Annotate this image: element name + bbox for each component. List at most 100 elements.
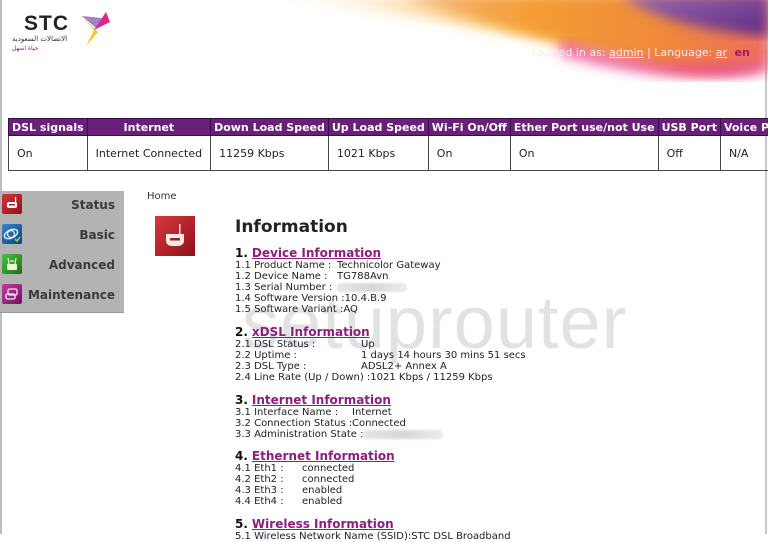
info-row: 1.1 Product Name :Technicolor Gateway (235, 260, 387, 271)
info-row: 2.2 Uptime :1 days 14 hours 30 mins 51 s… (235, 350, 493, 361)
col-upload-speed: Up Load Speed (328, 119, 428, 136)
voice-port-value: N/A (720, 136, 768, 171)
section-heading: 5.Wireless Information (235, 517, 511, 531)
col-download-speed: Down Load Speed (211, 119, 329, 136)
section-heading: 3.Internet Information (235, 393, 443, 407)
col-dsl-signals: DSL signals (9, 119, 88, 136)
col-usb-port: USB Port (658, 119, 720, 136)
info-value: ADSL2+ Annex A (361, 361, 447, 372)
info-row: 2.3 DSL Type : ADSL2+ Annex A (235, 361, 493, 372)
wireless-information-link[interactable]: Wireless Information (252, 517, 394, 531)
login-status-bar: Logged in as: admin | Language: ar en (532, 46, 750, 59)
sidebar-item-label: Advanced (49, 258, 115, 272)
info-row: 3.1 Interface Name :Internet (235, 407, 443, 418)
section-number: 2. (235, 325, 248, 339)
separator: | (647, 46, 651, 59)
logged-in-label: Logged in as: (532, 46, 606, 59)
stc-logo: STC الاتصالات السعودية حياة اسهل (10, 12, 110, 60)
download-speed-value: 11259 Kbps (211, 136, 329, 171)
col-ether-port: Ether Port use/not Use (510, 119, 658, 136)
info-row: 2.1 DSL Status : Up (235, 339, 493, 350)
info-value: Connected (352, 418, 406, 429)
sidebar-nav: Status Basic Advanced Maintenance (0, 191, 124, 313)
section-internet-information: 3.Internet Information 3.1 Interface Nam… (235, 393, 443, 440)
administration-state-redacted (363, 429, 443, 440)
internet-value: Internet Connected (87, 136, 210, 171)
info-row: 1.2 Device Name : TG788Avn (235, 271, 387, 282)
col-wifi: Wi-Fi On/Off (428, 119, 510, 136)
globe-check-icon (2, 224, 22, 244)
section-heading: 2. xDSL Information (235, 325, 493, 339)
info-label: 1.2 Device Name : (235, 271, 328, 282)
info-value: Up (361, 339, 375, 350)
sidebar-item-label: Maintenance (28, 288, 115, 302)
info-value: Technicolor Gateway (337, 260, 441, 271)
section-ethernet-information: 4. Ethernet Information 4.1 Eth1 : connect… (235, 449, 395, 507)
breadcrumb-home[interactable]: Home (147, 191, 177, 202)
info-row: 4.2 Eth2 : connected (235, 474, 395, 485)
info-label: 3.3 Administration State : (235, 429, 363, 440)
sidebar-item-advanced[interactable]: Advanced (0, 251, 124, 281)
info-label: 2.3 DSL Type : (235, 361, 306, 372)
info-value: connected (302, 474, 354, 485)
info-row: 1.5 Software Variant :AQ (235, 304, 387, 315)
info-value: Internet (352, 407, 392, 418)
section-wireless-information: 5.Wireless Information 5.1 Wireless Netw… (235, 517, 511, 542)
info-value: enabled (302, 496, 342, 507)
info-row: 4.4 Eth4 :enabled (235, 496, 395, 507)
info-label: 4.2 Eth2 : (235, 474, 284, 485)
info-label: 5.1 Wireless Network Name (SSID): (235, 531, 411, 542)
logo-arabic-tagline: حياة اسهل (12, 45, 38, 52)
section-heading: 4. Ethernet Information (235, 449, 395, 463)
info-row: 4.3 Eth3 : enabled (235, 485, 395, 496)
sidebar-item-status[interactable]: Status (0, 191, 124, 221)
info-row: 1.3 Serial Number : (235, 282, 387, 293)
sidebar-item-label: Basic (79, 228, 115, 242)
ethernet-information-link[interactable]: Ethernet Information (252, 449, 395, 463)
info-row: 2.4 Line Rate (Up / Down) :1021 Kbps / 1… (235, 372, 493, 383)
usb-port-value: Off (658, 136, 720, 171)
info-value: 10.4.B.9 (345, 293, 387, 304)
info-row: 4.1 Eth1 : connected (235, 463, 395, 474)
sidebar-item-maintenance[interactable]: Maintenance (0, 281, 124, 311)
ether-port-value: On (510, 136, 658, 171)
router-icon (2, 194, 22, 214)
section-device-information: 1. Device Information 1.1 Product Name :T… (235, 246, 387, 315)
user-link[interactable]: admin (609, 46, 643, 59)
section-xdsl-information: 2. xDSL Information 2.1 DSL Status : Up 2.… (235, 325, 493, 383)
info-label: 2.2 Uptime : (235, 350, 297, 361)
status-summary-table: DSL signals Internet Down Load Speed Up … (8, 118, 768, 171)
dsl-signals-value: On (9, 136, 88, 171)
info-value: 1021 Kbps / 11259 Kbps (370, 372, 492, 383)
logo-arabic-name: الاتصالات السعودية (12, 35, 67, 43)
wifi-value: On (428, 136, 510, 171)
sidebar-item-basic[interactable]: Basic (0, 221, 124, 251)
info-label: 4.3 Eth3 : (235, 485, 284, 496)
sidebar-item-label: Status (71, 198, 115, 212)
info-value: connected (302, 463, 354, 474)
col-voice-port: Voice Port (720, 119, 768, 136)
info-label: 1.5 Software Variant : (235, 304, 343, 315)
status-table-header-row: DSL signals Internet Down Load Speed Up … (9, 119, 768, 136)
info-label: 3.2 Connection Status : (235, 418, 352, 429)
logo-star-icon (76, 10, 112, 50)
info-label: 4.1 Eth1 : (235, 463, 284, 474)
info-label: 1.4 Software Version : (235, 293, 345, 304)
info-value: enabled (302, 485, 342, 496)
info-label: 2.4 Line Rate (Up / Down) : (235, 372, 370, 383)
device-information-link[interactable]: Device Information (252, 246, 381, 260)
info-row: 3.3 Administration State : (235, 429, 443, 440)
internet-information-link[interactable]: Internet Information (252, 393, 391, 407)
info-value: AQ (343, 304, 358, 315)
section-number: 4. (235, 449, 248, 463)
logo-text: STC (24, 12, 69, 36)
router-antenna-icon (2, 254, 22, 274)
tools-icon (2, 284, 22, 304)
col-internet: Internet (87, 119, 210, 136)
info-value: TG788Avn (337, 271, 388, 282)
xdsl-information-link[interactable]: xDSL Information (252, 325, 370, 339)
language-ar-link[interactable]: ar (716, 46, 727, 59)
language-en-link[interactable]: en (735, 46, 750, 59)
section-number: 1. (235, 246, 248, 260)
info-label: 2.1 DSL Status : (235, 339, 315, 350)
